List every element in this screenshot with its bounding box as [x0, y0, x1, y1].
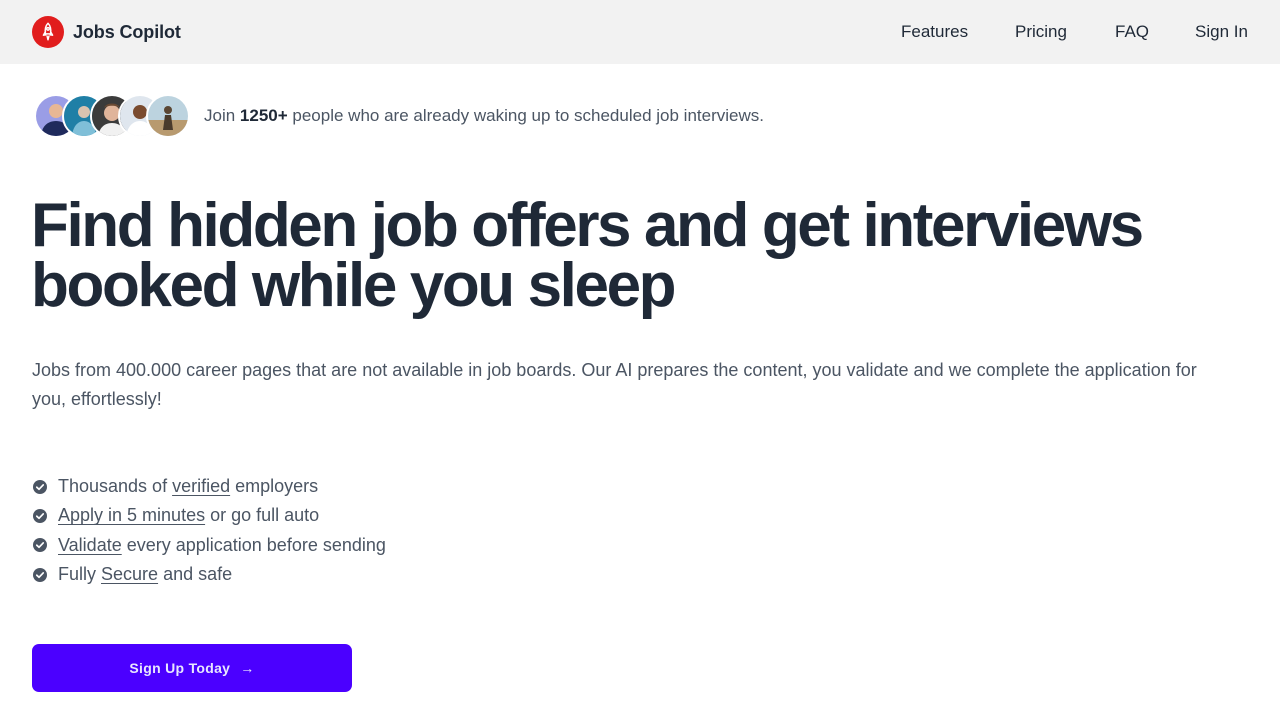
site-header: Jobs Copilot Features Pricing FAQ Sign I…: [0, 0, 1280, 64]
nav-features-link[interactable]: Features: [901, 20, 968, 44]
verified-link[interactable]: verified: [172, 476, 230, 496]
apply-in-5-minutes-link[interactable]: Apply in 5 minutes: [58, 505, 205, 525]
social-proof-count: 1250+: [239, 106, 288, 125]
feature-item-apply: Apply in 5 minutes or go full auto: [32, 501, 386, 530]
check-circle-icon: [33, 479, 47, 494]
avatar: [146, 94, 190, 138]
brand-link[interactable]: Jobs Copilot: [32, 16, 181, 48]
nav-pricing-link[interactable]: Pricing: [1015, 20, 1067, 44]
feature-text-after: every application before sending: [121, 534, 386, 555]
sign-up-today-button[interactable]: Sign Up Today →: [32, 644, 352, 692]
rocket-icon: [32, 16, 64, 48]
secure-link[interactable]: Secure: [101, 564, 158, 584]
feature-list: Thousands of verified employers Apply in…: [32, 472, 386, 589]
feature-text-after: or go full auto: [205, 505, 320, 526]
feature-text: Thousands of verified employers: [58, 476, 318, 497]
arrow-right-icon: →: [240, 660, 255, 676]
brand-name: Jobs Copilot: [73, 21, 181, 42]
feature-item-validate: Validate every application before sendin…: [32, 531, 386, 560]
feature-text: Apply in 5 minutes or go full auto: [58, 505, 319, 526]
hero-subtext: Jobs from 400.000 career pages that are …: [32, 360, 1197, 409]
validate-link[interactable]: Validate: [58, 535, 122, 555]
social-proof-text: Join 1250+ people who are already waking…: [204, 105, 764, 127]
feature-text-before: Thousands of: [58, 476, 173, 497]
feature-text-after: and safe: [158, 564, 233, 585]
feature-text-before: Fully: [58, 564, 102, 585]
sign-up-button-label: Sign Up Today: [129, 660, 231, 676]
feature-item-secure: Fully Secure and safe: [32, 560, 386, 589]
feature-text-after: employers: [230, 476, 319, 497]
social-proof-suffix: people who are already waking up to sche…: [287, 106, 764, 125]
user-avatar-group: [34, 94, 194, 138]
check-circle-icon: [33, 508, 47, 523]
feature-text: Validate every application before sendin…: [58, 535, 386, 556]
nav-sign-in-link[interactable]: Sign In: [1195, 20, 1248, 44]
check-circle-icon: [33, 538, 47, 553]
social-proof-prefix: Join: [204, 106, 240, 125]
feature-item-verified: Thousands of verified employers: [32, 472, 386, 501]
feature-text: Fully Secure and safe: [58, 564, 232, 585]
nav-faq-link[interactable]: FAQ: [1115, 20, 1149, 44]
hero-headline: Find hidden job offers and get interview…: [31, 191, 1144, 320]
check-circle-icon: [33, 567, 47, 582]
